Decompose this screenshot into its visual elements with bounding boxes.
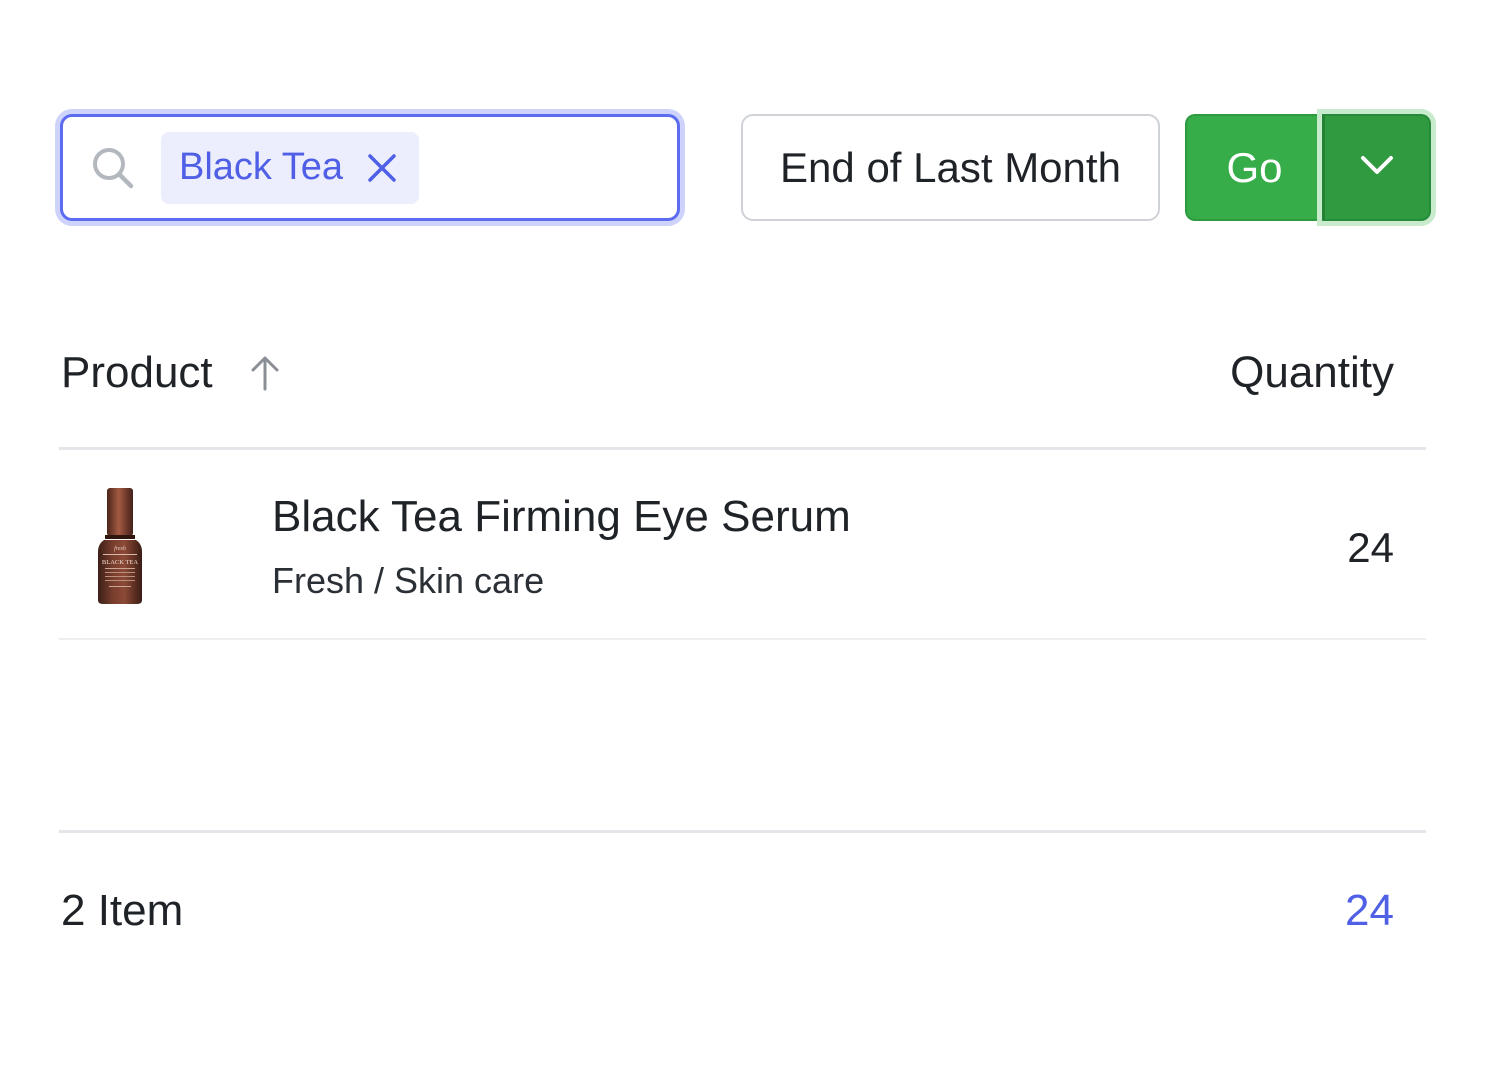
- close-icon[interactable]: [365, 151, 399, 185]
- go-button-label: Go: [1226, 143, 1283, 191]
- go-dropdown-button[interactable]: [1322, 114, 1431, 221]
- column-header-product-label: Product: [61, 348, 213, 397]
- go-split-button: Go: [1185, 114, 1431, 221]
- date-range-select[interactable]: End of Last Month: [741, 114, 1160, 221]
- svg-text:BLACK TEA: BLACK TEA: [102, 559, 138, 566]
- footer-divider: [59, 830, 1426, 833]
- quantity-total: 24: [1345, 886, 1394, 935]
- go-button[interactable]: Go: [1185, 114, 1322, 221]
- row-divider: [59, 638, 1426, 640]
- header-divider: [59, 447, 1426, 450]
- chevron-down-icon: [1360, 154, 1394, 181]
- column-header-quantity[interactable]: Quantity: [1230, 348, 1394, 398]
- date-range-label: End of Last Month: [780, 143, 1121, 191]
- item-count: 2 Item: [61, 886, 184, 935]
- filter-chip: Black Tea: [161, 131, 420, 204]
- search-icon: [89, 144, 137, 192]
- svg-text:fresh: fresh: [114, 545, 126, 552]
- product-quantity: 24: [1347, 524, 1394, 571]
- product-thumbnail: fresh BLACK TEA: [94, 486, 146, 606]
- arrow-up-icon[interactable]: [247, 353, 283, 393]
- filter-chip-label: Black Tea: [179, 146, 344, 188]
- product-name[interactable]: Black Tea Firming Eye Serum: [272, 492, 851, 542]
- product-category: Fresh / Skin care: [272, 560, 545, 601]
- search-input[interactable]: Black Tea: [60, 114, 680, 221]
- column-header-product[interactable]: Product: [61, 348, 283, 398]
